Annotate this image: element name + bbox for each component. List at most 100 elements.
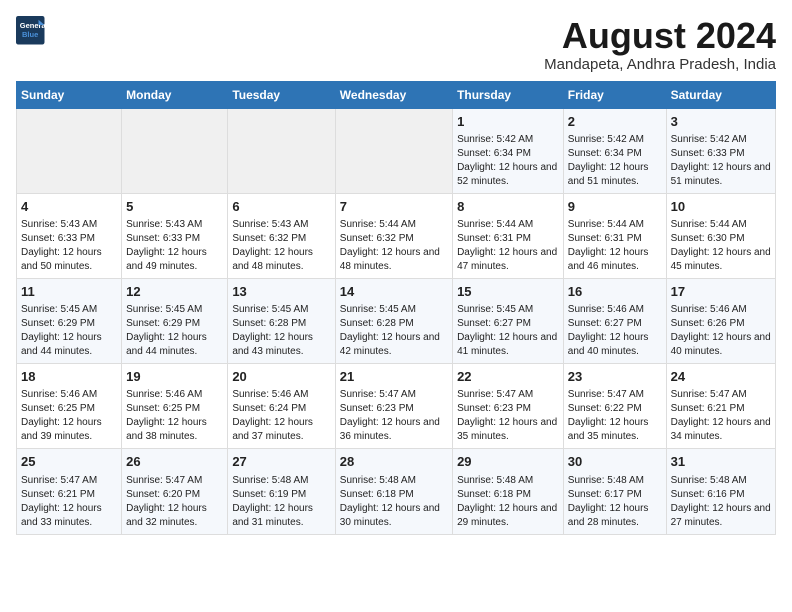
calendar-cell: 13 Sunrise: 5:45 AMSunset: 6:28 PMDayligh… [228,278,335,363]
calendar-cell: 30Sunrise: 5:48 AMSunset: 6:17 PMDayligh… [563,449,666,534]
calendar-body: 1 Sunrise: 5:42 AMSunset: 6:34 PMDaylight… [17,108,776,534]
day-number: 10 [671,198,771,216]
cell-info: Sunrise: 5:47 AMSunset: 6:20 PMDaylight:… [126,474,223,530]
calendar-cell: 25 Sunrise: 5:47 AMSunset: 6:21 PMDayligh… [17,449,122,534]
day-number: 30 [568,453,662,471]
cell-info: Sunrise: 5:44 AMSunset: 6:30 PMDaylight:… [671,218,771,274]
calendar-cell: 2 Sunrise: 5:42 AMSunset: 6:34 PMDaylight… [563,108,666,193]
column-header-tuesday: Tuesday [228,81,335,108]
calendar-cell: 29 Sunrise: 5:48 AMSunset: 6:18 PMDayligh… [453,449,564,534]
column-header-thursday: Thursday [453,81,564,108]
week-row: 1 Sunrise: 5:42 AMSunset: 6:34 PMDaylight… [17,108,776,193]
header: General Blue August 2024 Mandapeta, Andh… [16,16,776,73]
calendar-cell: 8Sunrise: 5:44 AMSunset: 6:31 PMDaylight… [453,193,564,278]
calendar-cell: 31 Sunrise: 5:48 AMSunset: 6:16 PMDayligh… [666,449,775,534]
svg-text:Blue: Blue [22,30,38,39]
logo: General Blue [16,16,46,46]
week-row: 25 Sunrise: 5:47 AMSunset: 6:21 PMDayligh… [17,449,776,534]
calendar-cell: 12Sunrise: 5:45 AMSunset: 6:29 PMDayligh… [122,278,228,363]
cell-info: Sunrise: 5:47 AMSunset: 6:22 PMDaylight:… [568,388,662,444]
day-number: 29 [457,453,559,471]
calendar-cell: 16 Sunrise: 5:46 AMSunset: 6:27 PMDayligh… [563,278,666,363]
calendar-cell [335,108,452,193]
cell-info: Sunrise: 5:48 AMSunset: 6:16 PMDaylight:… [671,474,771,530]
day-number: 13 [232,283,330,301]
cell-info: Sunrise: 5:47 AMSunset: 6:21 PMDaylight:… [21,474,117,530]
calendar-cell: 5 Sunrise: 5:43 AMSunset: 6:33 PMDaylight… [122,193,228,278]
calendar-cell: 3 Sunrise: 5:42 AMSunset: 6:33 PMDaylight… [666,108,775,193]
calendar-cell [17,108,122,193]
cell-info: Sunrise: 5:48 AMSunset: 6:18 PMDaylight:… [457,474,559,530]
column-header-friday: Friday [563,81,666,108]
day-number: 6 [232,198,330,216]
main-title: August 2024 [544,16,776,56]
day-number: 15 [457,283,559,301]
cell-info: Sunrise: 5:42 AMSunset: 6:34 PMDaylight:… [457,133,559,189]
calendar-cell: 21Sunrise: 5:47 AMSunset: 6:23 PMDayligh… [335,364,452,449]
cell-info: Sunrise: 5:45 AMSunset: 6:29 PMDaylight:… [21,303,117,359]
calendar-cell: 10 Sunrise: 5:44 AMSunset: 6:30 PMDayligh… [666,193,775,278]
day-number: 31 [671,453,771,471]
cell-info: Sunrise: 5:45 AMSunset: 6:28 PMDaylight:… [232,303,330,359]
cell-info: Sunrise: 5:42 AMSunset: 6:33 PMDaylight:… [671,133,771,189]
calendar-cell: 26 Sunrise: 5:47 AMSunset: 6:20 PMDayligh… [122,449,228,534]
day-number: 25 [21,453,117,471]
calendar-cell: 18 Sunrise: 5:46 AMSunset: 6:25 PMDayligh… [17,364,122,449]
calendar-cell: 6 Sunrise: 5:43 AMSunset: 6:32 PMDaylight… [228,193,335,278]
cell-info: Sunrise: 5:44 AMSunset: 6:31 PMDaylight:… [457,218,559,274]
calendar-cell: 14 Sunrise: 5:45 AMSunset: 6:28 PMDayligh… [335,278,452,363]
calendar-cell: 22 Sunrise: 5:47 AMSunset: 6:23 PMDayligh… [453,364,564,449]
calendar-cell: 23Sunrise: 5:47 AMSunset: 6:22 PMDayligh… [563,364,666,449]
calendar-cell: 24 Sunrise: 5:47 AMSunset: 6:21 PMDayligh… [666,364,775,449]
cell-info: Sunrise: 5:46 AMSunset: 6:25 PMDaylight:… [21,388,117,444]
svg-text:General: General [20,21,46,30]
column-header-saturday: Saturday [666,81,775,108]
day-number: 19 [126,368,223,386]
cell-info: Sunrise: 5:46 AMSunset: 6:27 PMDaylight:… [568,303,662,359]
cell-info: Sunrise: 5:47 AMSunset: 6:23 PMDaylight:… [457,388,559,444]
cell-info: Sunrise: 5:48 AMSunset: 6:18 PMDaylight:… [340,474,448,530]
week-row: 18 Sunrise: 5:46 AMSunset: 6:25 PMDayligh… [17,364,776,449]
calendar-cell: 20 Sunrise: 5:46 AMSunset: 6:24 PMDayligh… [228,364,335,449]
week-row: 4 Sunrise: 5:43 AMSunset: 6:33 PMDaylight… [17,193,776,278]
calendar-cell: 17Sunrise: 5:46 AMSunset: 6:26 PMDayligh… [666,278,775,363]
title-area: August 2024 Mandapeta, Andhra Pradesh, I… [544,16,776,73]
calendar-cell: 1 Sunrise: 5:42 AMSunset: 6:34 PMDaylight… [453,108,564,193]
calendar-cell: 11 Sunrise: 5:45 AMSunset: 6:29 PMDayligh… [17,278,122,363]
calendar-cell: 9 Sunrise: 5:44 AMSunset: 6:31 PMDaylight… [563,193,666,278]
cell-info: Sunrise: 5:47 AMSunset: 6:23 PMDaylight:… [340,388,448,444]
day-number: 20 [232,368,330,386]
cell-info: Sunrise: 5:43 AMSunset: 6:33 PMDaylight:… [126,218,223,274]
day-number: 2 [568,113,662,131]
subtitle: Mandapeta, Andhra Pradesh, India [544,56,776,73]
cell-info: Sunrise: 5:42 AMSunset: 6:34 PMDaylight:… [568,133,662,189]
calendar-cell: 19 Sunrise: 5:46 AMSunset: 6:25 PMDayligh… [122,364,228,449]
cell-info: Sunrise: 5:47 AMSunset: 6:21 PMDaylight:… [671,388,771,444]
day-number: 24 [671,368,771,386]
cell-info: Sunrise: 5:45 AMSunset: 6:28 PMDaylight:… [340,303,448,359]
column-header-monday: Monday [122,81,228,108]
cell-info: Sunrise: 5:46 AMSunset: 6:24 PMDaylight:… [232,388,330,444]
day-number: 26 [126,453,223,471]
cell-info: Sunrise: 5:46 AMSunset: 6:25 PMDaylight:… [126,388,223,444]
day-number: 3 [671,113,771,131]
day-number: 11 [21,283,117,301]
calendar-cell [228,108,335,193]
day-number: 5 [126,198,223,216]
calendar-cell: 4Sunrise: 5:43 AMSunset: 6:33 PMDaylight… [17,193,122,278]
day-number: 14 [340,283,448,301]
column-header-sunday: Sunday [17,81,122,108]
cell-info: Sunrise: 5:43 AMSunset: 6:32 PMDaylight:… [232,218,330,274]
cell-info: Sunrise: 5:44 AMSunset: 6:31 PMDaylight:… [568,218,662,274]
day-number: 22 [457,368,559,386]
cell-info: Sunrise: 5:45 AMSunset: 6:27 PMDaylight:… [457,303,559,359]
day-number: 1 [457,113,559,131]
day-number: 9 [568,198,662,216]
cell-info: Sunrise: 5:45 AMSunset: 6:29 PMDaylight:… [126,303,223,359]
day-number: 18 [21,368,117,386]
day-number: 4 [21,198,117,216]
day-number: 16 [568,283,662,301]
calendar-cell: 28 Sunrise: 5:48 AMSunset: 6:18 PMDayligh… [335,449,452,534]
day-number: 28 [340,453,448,471]
week-row: 11 Sunrise: 5:45 AMSunset: 6:29 PMDayligh… [17,278,776,363]
